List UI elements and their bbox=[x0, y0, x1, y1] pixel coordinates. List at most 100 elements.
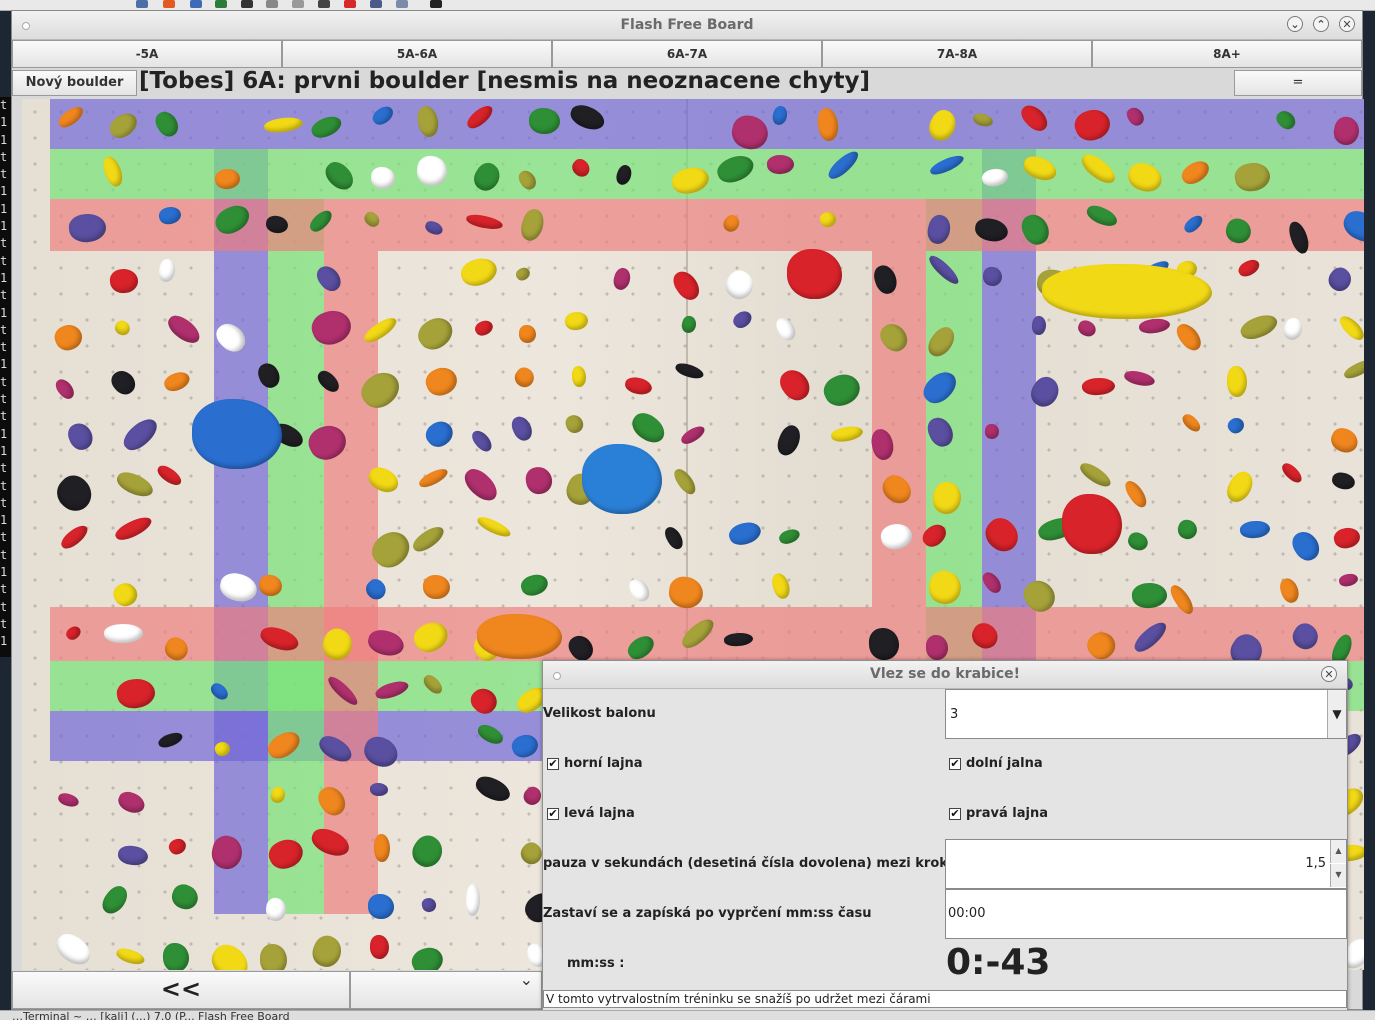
climbing-hold[interactable] bbox=[1277, 575, 1302, 606]
climbing-hold[interactable] bbox=[472, 317, 496, 339]
dialog-titlebar[interactable]: Vlez se do krabice! ✕ bbox=[543, 661, 1347, 689]
balloon-size-select[interactable]: 3 ▼ bbox=[945, 689, 1347, 739]
climbing-hold[interactable] bbox=[115, 788, 148, 817]
climbing-hold[interactable] bbox=[1222, 467, 1258, 507]
climbing-hold[interactable] bbox=[667, 574, 705, 611]
climbing-hold[interactable] bbox=[1237, 310, 1281, 344]
left-line-checkbox[interactable]: ✔ bbox=[547, 808, 559, 820]
climbing-hold[interactable] bbox=[113, 468, 157, 501]
climbing-hold[interactable] bbox=[51, 320, 86, 355]
bottom-line-checkbox[interactable]: ✔ bbox=[949, 758, 961, 770]
climbing-hold[interactable] bbox=[513, 265, 533, 283]
climbing-hold[interactable] bbox=[51, 928, 96, 970]
minimize-icon[interactable]: ⌄ bbox=[1287, 16, 1303, 32]
climbing-hold[interactable] bbox=[1122, 368, 1157, 389]
climbing-hold[interactable] bbox=[1337, 571, 1360, 589]
climbing-hold[interactable] bbox=[773, 422, 805, 459]
climbing-hold[interactable] bbox=[673, 361, 706, 381]
climbing-hold[interactable] bbox=[205, 938, 255, 970]
climbing-hold[interactable] bbox=[112, 318, 133, 338]
spinner-down-icon[interactable]: ▼ bbox=[1330, 864, 1346, 887]
climbing-hold[interactable] bbox=[422, 574, 451, 600]
climbing-hold[interactable] bbox=[829, 424, 865, 444]
climbing-hold[interactable] bbox=[114, 946, 147, 967]
grade-button-5a-minus[interactable]: -5A bbox=[12, 40, 282, 68]
climbing-hold[interactable] bbox=[720, 265, 759, 305]
climbing-hold[interactable] bbox=[119, 413, 162, 456]
climbing-hold[interactable] bbox=[819, 368, 865, 412]
boulder-select[interactable]: ⌄ bbox=[350, 970, 542, 1009]
climbing-hold[interactable] bbox=[374, 834, 390, 862]
spinner-up-icon[interactable]: ▲ bbox=[1330, 840, 1346, 863]
climbing-hold[interactable] bbox=[1330, 470, 1357, 492]
climbing-hold[interactable] bbox=[407, 942, 448, 970]
climbing-hold[interactable] bbox=[1125, 530, 1151, 553]
climbing-hold[interactable] bbox=[925, 634, 949, 661]
climbing-hold[interactable] bbox=[1075, 317, 1099, 340]
climbing-hold[interactable] bbox=[571, 365, 587, 388]
close-icon[interactable]: ✕ bbox=[1339, 16, 1355, 32]
new-boulder-button[interactable]: Nový boulder bbox=[12, 70, 137, 96]
app-icon[interactable] bbox=[430, 0, 442, 8]
climbing-hold[interactable] bbox=[611, 266, 633, 292]
climbing-hold[interactable] bbox=[528, 107, 561, 135]
climbing-hold[interactable] bbox=[1031, 315, 1047, 336]
climbing-hold[interactable] bbox=[775, 364, 815, 406]
climbing-hold[interactable] bbox=[109, 578, 142, 611]
app-icon[interactable] bbox=[136, 0, 148, 8]
climbing-hold[interactable] bbox=[64, 419, 97, 454]
climbing-hold[interactable] bbox=[623, 375, 654, 397]
app-icon[interactable] bbox=[344, 0, 356, 8]
main-titlebar[interactable]: Flash Free Board ⌄ ⌃ ✕ bbox=[12, 11, 1362, 40]
climbing-hold[interactable] bbox=[52, 376, 78, 402]
climbing-hold[interactable] bbox=[416, 465, 451, 491]
climbing-hold[interactable] bbox=[1324, 263, 1356, 296]
climbing-hold[interactable] bbox=[1077, 459, 1114, 491]
chevron-down-icon[interactable]: ▼ bbox=[1327, 690, 1346, 738]
climbing-hold[interactable] bbox=[475, 513, 513, 541]
climbing-hold[interactable] bbox=[162, 942, 190, 970]
right-line-checkbox[interactable]: ✔ bbox=[949, 808, 961, 820]
climbing-hold[interactable] bbox=[508, 413, 536, 444]
stop-time-input[interactable]: 00:00 bbox=[945, 889, 1347, 939]
climbing-hold[interactable] bbox=[1179, 411, 1204, 435]
climbing-hold[interactable] bbox=[1175, 517, 1200, 542]
climbing-hold[interactable] bbox=[1227, 366, 1247, 397]
climbing-hold[interactable] bbox=[465, 883, 481, 917]
climbing-hold[interactable] bbox=[1235, 256, 1263, 280]
climbing-hold[interactable] bbox=[369, 782, 389, 797]
climbing-hold[interactable] bbox=[97, 882, 133, 918]
climbing-volume[interactable] bbox=[1042, 264, 1212, 319]
climbing-hold[interactable] bbox=[409, 522, 448, 556]
climbing-hold[interactable] bbox=[769, 571, 793, 601]
climbing-hold[interactable] bbox=[1287, 526, 1325, 566]
climbing-hold[interactable] bbox=[777, 526, 802, 547]
climbing-hold[interactable] bbox=[457, 253, 501, 291]
climbing-hold[interactable] bbox=[156, 257, 178, 284]
climbing-hold[interactable] bbox=[511, 364, 538, 391]
climbing-hold[interactable] bbox=[369, 934, 390, 960]
climbing-hold[interactable] bbox=[524, 465, 554, 496]
climbing-hold[interactable] bbox=[472, 772, 514, 806]
climbing-hold[interactable] bbox=[50, 469, 99, 518]
climbing-hold[interactable] bbox=[625, 575, 654, 605]
climbing-hold[interactable] bbox=[1331, 525, 1363, 551]
climbing-hold[interactable] bbox=[307, 931, 347, 970]
app-icon[interactable] bbox=[292, 0, 304, 8]
climbing-hold[interactable] bbox=[518, 324, 537, 344]
climbing-hold[interactable] bbox=[662, 524, 686, 552]
climbing-hold[interactable] bbox=[154, 462, 185, 489]
climbing-hold[interactable] bbox=[1138, 316, 1171, 336]
app-icon[interactable] bbox=[266, 0, 278, 8]
grade-button-6a-7a[interactable]: 6A-7A bbox=[552, 40, 822, 68]
climbing-hold[interactable] bbox=[107, 366, 140, 399]
climbing-volume[interactable] bbox=[1062, 494, 1122, 554]
climbing-hold[interactable] bbox=[1239, 519, 1271, 540]
app-icon[interactable] bbox=[215, 0, 227, 8]
climbing-hold[interactable] bbox=[730, 307, 755, 332]
climbing-hold[interactable] bbox=[259, 943, 288, 970]
app-icon[interactable] bbox=[163, 0, 175, 8]
climbing-hold[interactable] bbox=[726, 518, 764, 549]
close-icon[interactable]: ✕ bbox=[1321, 666, 1337, 682]
climbing-hold[interactable] bbox=[563, 412, 586, 436]
